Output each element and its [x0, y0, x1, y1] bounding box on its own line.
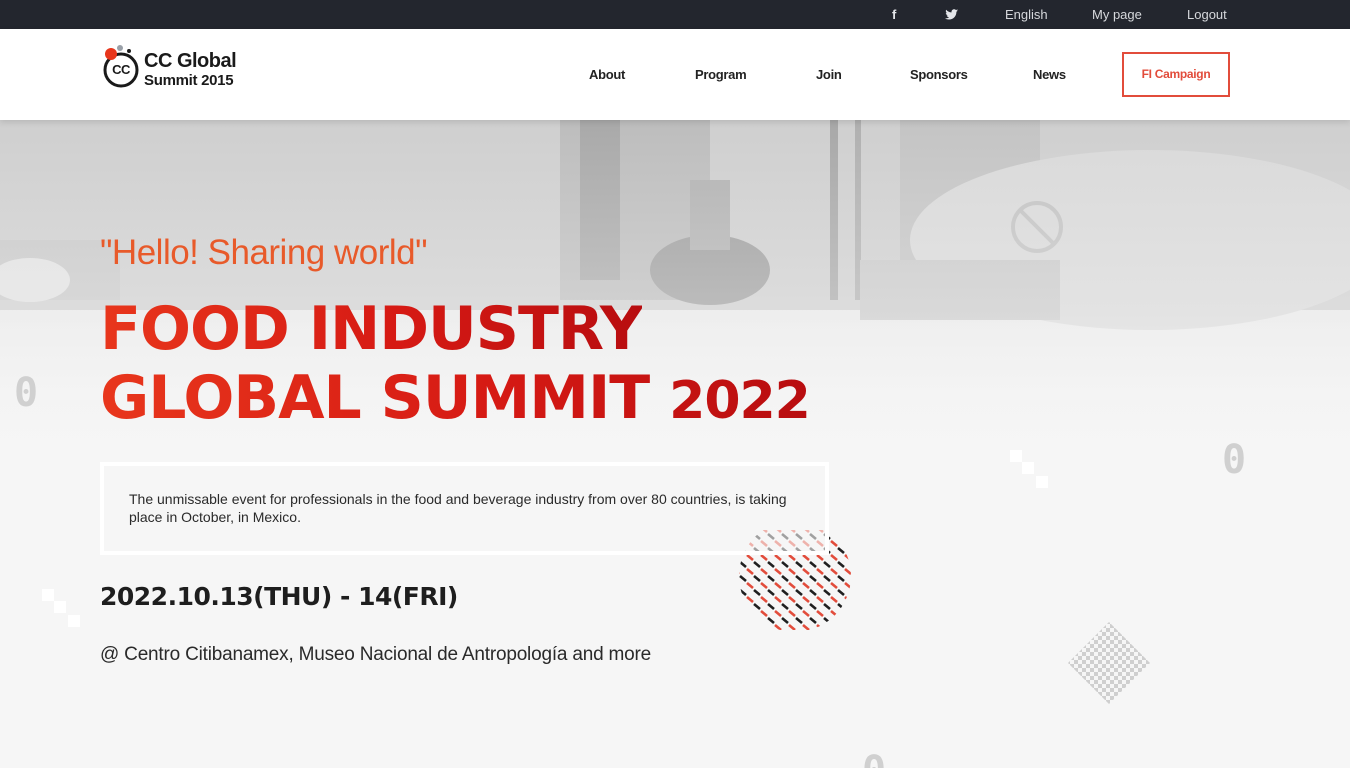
hero-title-year: 2022 — [669, 371, 810, 431]
logo-line2: Summit 2015 — [144, 72, 234, 89]
hero-description-box: The unmissable event for professionals i… — [100, 462, 829, 555]
twitter-bird-svg — [945, 9, 958, 20]
deco-zero-right: 0 — [1222, 437, 1247, 483]
hero-title-line1: FOOD INDUSTRY — [100, 294, 643, 364]
hero-title-line2-text: GLOBAL SUMMIT — [100, 363, 650, 433]
top-utility-bar: f English My page Logout — [0, 0, 1350, 29]
twitter-icon[interactable] — [945, 0, 959, 29]
deco-zero-bottom: 0 — [862, 748, 886, 768]
deco-checker-diamond — [1068, 622, 1150, 704]
main-header: CC CC Global Summit 2015 About Program J… — [0, 29, 1350, 120]
nav-program[interactable]: Program — [695, 29, 747, 120]
deco-zero-left: 0 — [14, 370, 39, 416]
my-page-link[interactable]: My page — [1092, 0, 1142, 29]
logo-line1: CC Global — [144, 50, 237, 72]
nav-news[interactable]: News — [1033, 29, 1066, 120]
event-venue: @ Centro Citibanamex, Museo Nacional de … — [100, 644, 652, 665]
hero-title-line2: GLOBAL SUMMIT 2022 — [100, 363, 810, 436]
event-date: 2022.10.13(THU) - 14(FRI) — [100, 582, 458, 611]
nav-about[interactable]: About — [589, 29, 625, 120]
facebook-icon[interactable]: f — [892, 0, 896, 29]
fi-campaign-button[interactable]: FI Campaign — [1122, 52, 1230, 97]
deco-pixel-steps-left — [42, 589, 80, 627]
nav-sponsors[interactable]: Sponsors — [910, 29, 968, 120]
hero-section: 0 0 0 — [0, 120, 1350, 768]
language-link[interactable]: English — [1005, 0, 1048, 29]
nav-join[interactable]: Join — [816, 29, 842, 120]
deco-pixel-steps-right — [1010, 450, 1048, 488]
hero-tagline: "Hello! Sharing world" — [100, 233, 428, 272]
logo-badge-text: CC — [112, 62, 130, 77]
hero-description: The unmissable event for professionals i… — [129, 491, 787, 525]
logout-link[interactable]: Logout — [1187, 0, 1227, 29]
logo[interactable]: CC CC Global Summit 2015 — [100, 44, 240, 92]
